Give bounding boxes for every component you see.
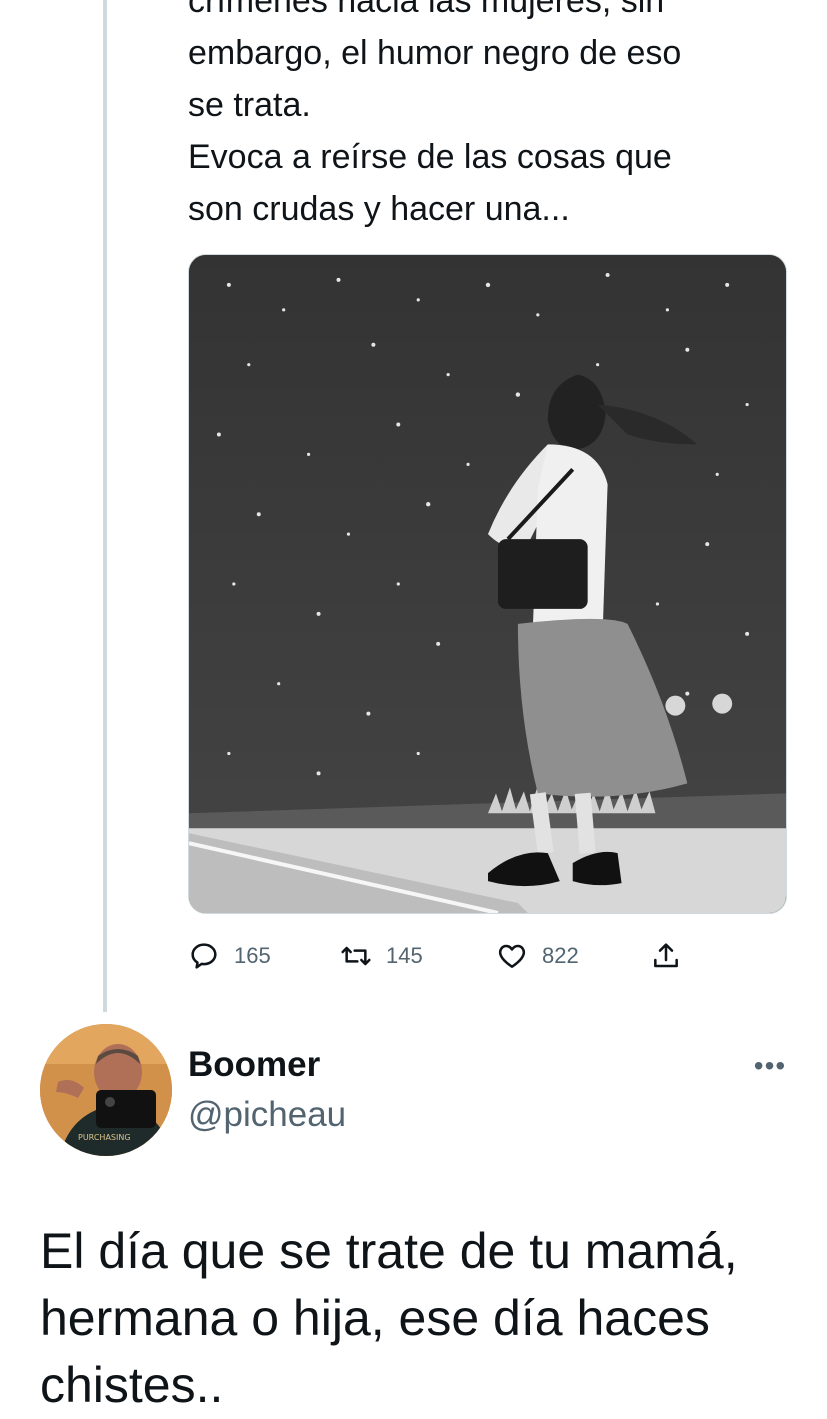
like-icon bbox=[498, 944, 526, 968]
reply-icon bbox=[191, 943, 217, 969]
parent-tweet-text: crímenes hacia las mujeres, sin embargo,… bbox=[188, 0, 808, 235]
share-button[interactable] bbox=[650, 934, 682, 978]
tweet-media-image[interactable] bbox=[188, 254, 787, 914]
avatar[interactable]: PURCHASING bbox=[40, 1024, 172, 1156]
like-count: 822 bbox=[542, 943, 579, 968]
retweet-icon bbox=[341, 946, 371, 966]
reply-tweet-text: El día que se trate de tu mamá, hermana … bbox=[40, 1218, 810, 1419]
illustration-graphic bbox=[189, 255, 786, 913]
parent-text-line: embargo, el humor negro de eso bbox=[188, 34, 682, 72]
parent-text-line: son crudas y hacer una... bbox=[188, 190, 570, 228]
display-name[interactable]: Boomer bbox=[188, 1045, 320, 1085]
reply-count: 165 bbox=[234, 943, 271, 968]
share-icon bbox=[654, 943, 678, 968]
retweet-count: 145 bbox=[386, 943, 423, 968]
reply-button[interactable]: 165 bbox=[188, 934, 271, 978]
tweet-action-bar: 165 145 822 bbox=[188, 934, 748, 978]
more-icon[interactable]: ••• bbox=[745, 1050, 795, 1082]
reply-text-line: hermana o hija, ese día haces bbox=[40, 1290, 710, 1346]
parent-text-line: se trata. bbox=[188, 86, 311, 124]
reply-text-line: El día que se trate de tu mamá, bbox=[40, 1223, 738, 1279]
like-button[interactable]: 822 bbox=[496, 934, 579, 978]
user-handle[interactable]: @picheau bbox=[188, 1095, 346, 1135]
svg-text:PURCHASING: PURCHASING bbox=[78, 1133, 131, 1142]
parent-text-line: crímenes hacia las mujeres, sin bbox=[188, 0, 665, 20]
thread-connector-line bbox=[103, 0, 107, 1012]
profile-photo: PURCHASING bbox=[40, 1024, 172, 1156]
reply-text-line: chistes.. bbox=[40, 1357, 224, 1413]
parent-text-line: Evoca a reírse de las cosas que bbox=[188, 138, 672, 176]
retweet-button[interactable]: 145 bbox=[340, 934, 423, 978]
